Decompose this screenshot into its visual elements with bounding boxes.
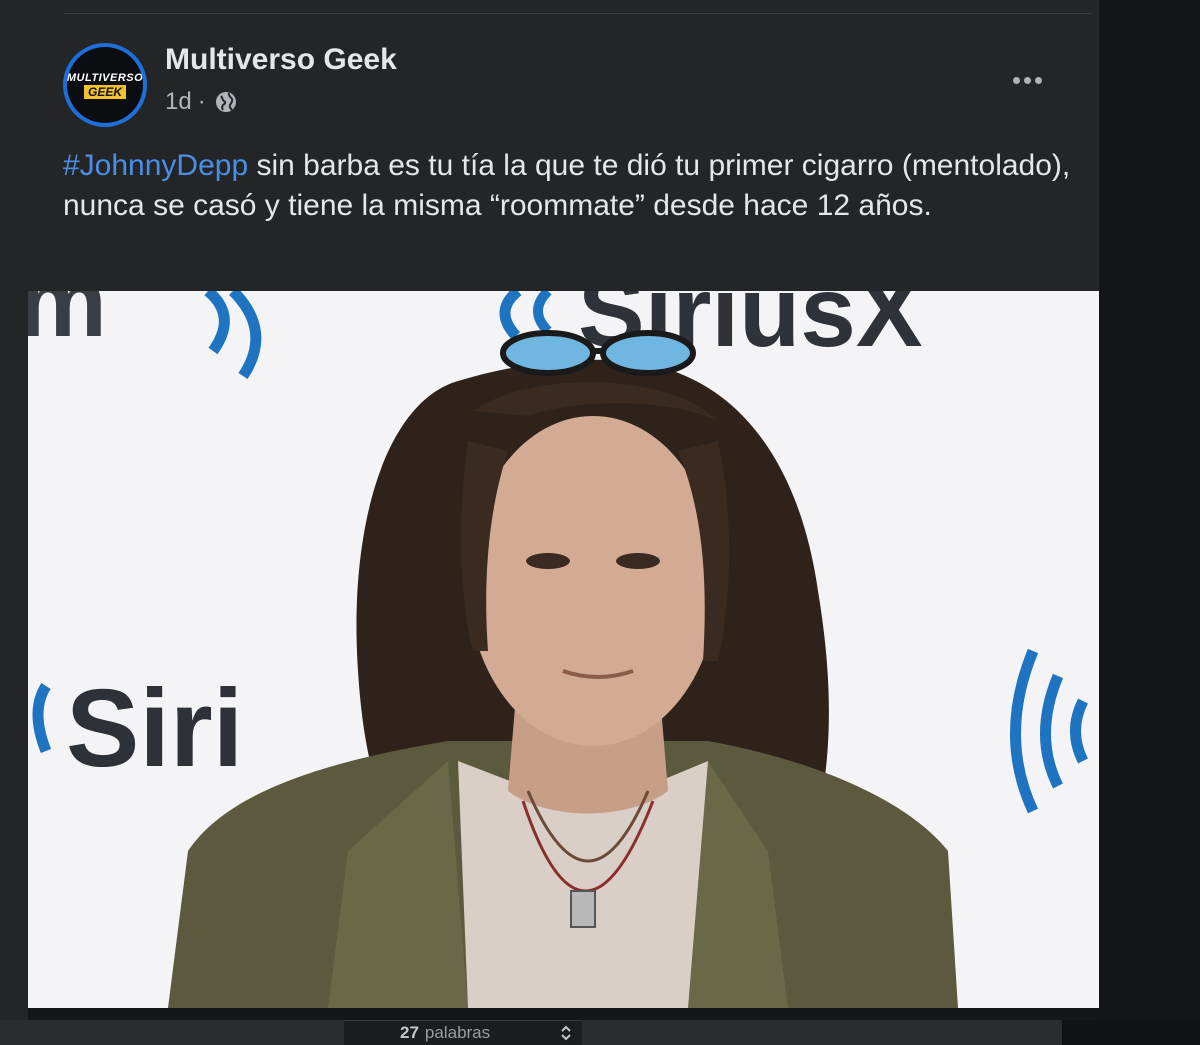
more-horizontal-icon-dot-3	[1034, 76, 1042, 84]
post-text: #JohnnyDepp sin barba es tu tía la que t…	[63, 146, 1073, 226]
photo-sign-top-left: m	[28, 291, 107, 358]
word-count-value: 27	[400, 1023, 419, 1042]
post-card: MULTIVERSO GEEK Multiverso Geek 1d · #Jo…	[28, 0, 1099, 1008]
bottom-right-panel	[1062, 1020, 1200, 1045]
stepper-icon[interactable]	[560, 1025, 572, 1041]
post-meta: 1d ·	[165, 88, 238, 116]
post-timestamp[interactable]: 1d	[165, 88, 192, 116]
page-name-link[interactable]: Multiverso Geek	[165, 43, 397, 77]
meta-separator: ·	[197, 88, 206, 115]
hashtag-link[interactable]: #JohnnyDepp	[63, 149, 248, 182]
word-count-label: palabras	[424, 1023, 491, 1042]
avatar-logo-bottom-text: GEEK	[83, 84, 126, 99]
top-divider	[64, 13, 1092, 14]
more-options-button[interactable]	[1003, 62, 1051, 98]
more-horizontal-icon	[1012, 76, 1020, 84]
post-photo[interactable]: m SiriusX Siri	[28, 291, 1099, 1008]
right-panel-edge	[1099, 0, 1200, 1020]
left-panel-edge	[0, 0, 28, 1020]
avatar-logo-top-text: MULTIVERSO	[67, 71, 143, 84]
avatar-logo: MULTIVERSO GEEK	[67, 47, 143, 123]
word-count-control[interactable]: 27 palabras	[344, 1020, 582, 1045]
bottom-status-bar	[0, 1020, 1200, 1045]
globe-icon[interactable]	[214, 90, 238, 114]
more-horizontal-icon-dot-2	[1023, 76, 1031, 84]
photo-sign-left: Siri	[66, 667, 243, 790]
page-avatar[interactable]: MULTIVERSO GEEK	[63, 43, 147, 127]
